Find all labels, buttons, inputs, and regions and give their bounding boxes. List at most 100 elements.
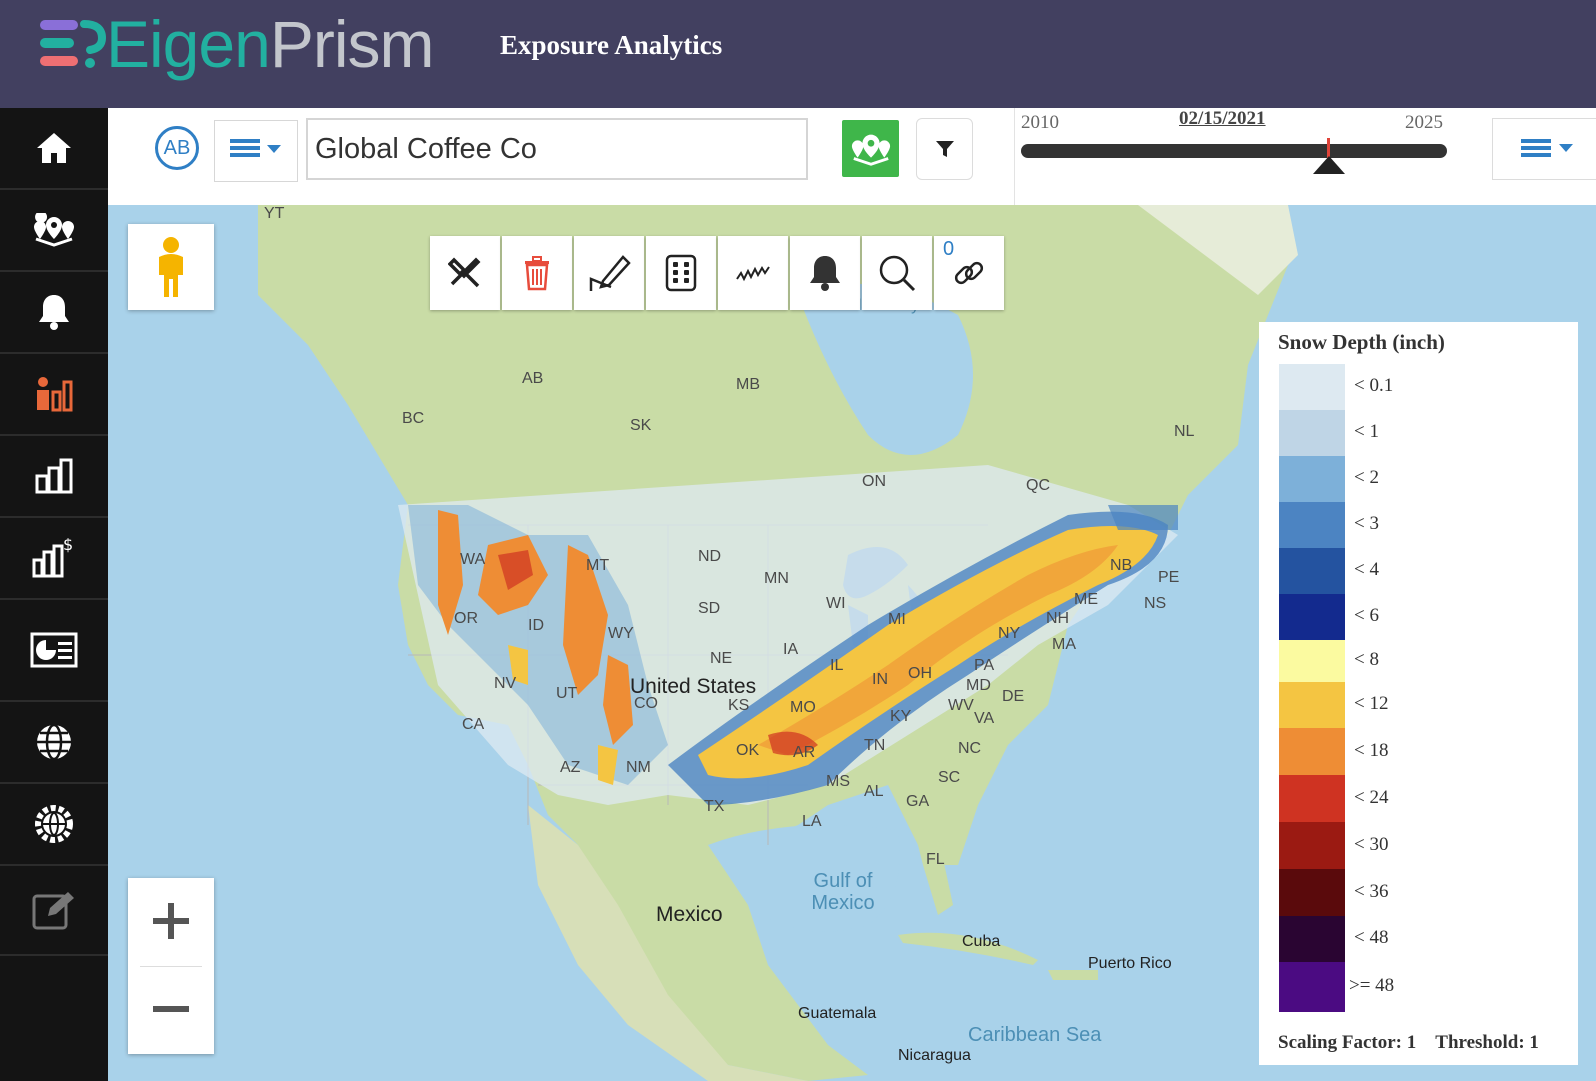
map-label-nd: ND	[698, 548, 722, 565]
map-label-yt: YT	[264, 205, 285, 222]
global-settings-icon	[35, 805, 73, 843]
sidebar-item-global[interactable]	[0, 702, 108, 784]
map-tools-bar	[430, 236, 1004, 310]
home-icon	[37, 133, 71, 163]
analytics-person-icon	[37, 377, 73, 412]
map-label-ga: GA	[906, 793, 930, 810]
legend-swatch	[1279, 822, 1345, 869]
legend-label: < 0.1	[1354, 375, 1394, 396]
legend-footer: Scaling Factor: 1 Threshold: 1	[1278, 1032, 1539, 1054]
map-label-tx: TX	[704, 798, 725, 815]
legend-label: < 24	[1354, 786, 1389, 808]
options-menu-button[interactable]	[1492, 118, 1596, 180]
filter-button[interactable]	[916, 118, 973, 180]
map-label-wy: WY	[608, 625, 634, 642]
sidebar-item-financials[interactable]: $	[0, 518, 108, 600]
map-label-pe: PE	[1158, 569, 1180, 586]
legend-swatch	[1279, 916, 1345, 962]
map-label-united-states: United States	[630, 675, 757, 698]
brand-logo[interactable]: EigenPrism	[106, 4, 434, 84]
trend-button[interactable]	[718, 236, 788, 310]
map-label-mb: MB	[736, 376, 760, 393]
legend-swatch	[1279, 594, 1345, 640]
delete-button[interactable]	[502, 236, 572, 310]
map-label-ma: MA	[1052, 636, 1076, 653]
sidebar-item-alerts[interactable]	[0, 272, 108, 354]
trend-icon	[736, 266, 770, 282]
bell-icon	[39, 295, 69, 330]
main-toolbar: AB 2010 02/15/2021 2025	[108, 108, 1596, 205]
legend-scaling-factor: Scaling Factor: 1	[1278, 1032, 1417, 1053]
map-label-ca: CA	[462, 716, 485, 733]
map-label-nh: NH	[1046, 610, 1070, 627]
map-label-sd: SD	[698, 600, 721, 617]
svg-text:$: $	[63, 536, 73, 554]
map-label-il: IL	[830, 657, 844, 674]
edit-icon	[32, 892, 74, 930]
map-view-button[interactable]	[842, 120, 899, 177]
sidebar-item-edit[interactable]	[0, 866, 108, 956]
sidebar-item-dashboard[interactable]	[0, 600, 108, 702]
zoom-out-button[interactable]	[128, 966, 214, 1052]
map-label-in: IN	[872, 671, 888, 688]
map-label-ks: KS	[728, 697, 750, 714]
legend-swatch	[1279, 410, 1345, 456]
map-tools-count: 0	[943, 238, 955, 260]
tools-button[interactable]	[430, 236, 500, 310]
alerts-button[interactable]	[790, 236, 860, 310]
list-menu-button[interactable]	[214, 120, 298, 182]
timeline-track[interactable]	[1021, 144, 1447, 158]
legend-swatch	[1279, 728, 1345, 775]
sidebar-item-global-settings[interactable]	[0, 784, 108, 866]
map-label-ky: KY	[890, 708, 912, 725]
map-label-fl: FL	[926, 851, 945, 868]
legend-label: < 48	[1354, 927, 1389, 948]
legend-title: Snow Depth (inch)	[1278, 330, 1445, 354]
sidebar-item-analytics[interactable]	[0, 354, 108, 436]
account-badge[interactable]: AB	[155, 126, 199, 170]
legend-swatch	[1279, 775, 1345, 822]
draw-button[interactable]	[574, 236, 644, 310]
map-label-sc: SC	[938, 769, 961, 786]
sidebar-item-map[interactable]	[0, 190, 108, 272]
brand-name-left: Eigen	[106, 7, 271, 81]
map-label-ok: OK	[736, 742, 760, 759]
search-button[interactable]	[862, 236, 932, 310]
company-search-input[interactable]	[306, 118, 808, 180]
sidebar-item-home[interactable]	[0, 108, 108, 190]
calculator-icon	[665, 254, 697, 292]
timeline-slider[interactable]: 2010 02/15/2021 2025	[1014, 108, 1575, 205]
legend-label: < 6	[1354, 605, 1379, 626]
timeline-end-year: 2025	[1405, 112, 1443, 133]
map-label-gulf-of-mexico: Gulf of Mexico	[811, 870, 875, 914]
legend-label: < 1	[1354, 421, 1379, 442]
plus-icon	[153, 903, 189, 939]
timeline-handle[interactable]	[1313, 156, 1345, 174]
legend-swatch	[1279, 548, 1345, 594]
legend-swatch	[1279, 682, 1345, 728]
map-label-cuba: Cuba	[962, 933, 1001, 950]
map-label-mt: MT	[586, 557, 610, 574]
map-label-de: DE	[1002, 688, 1025, 705]
legend-swatch	[1279, 962, 1345, 1012]
map-label-ns: NS	[1144, 595, 1167, 612]
legend-label: < 3	[1354, 513, 1379, 534]
link-icon	[954, 261, 984, 285]
sidebar-item-reports[interactable]	[0, 436, 108, 518]
street-view-pegman-button[interactable]	[128, 224, 214, 310]
map-label-id: ID	[528, 617, 544, 634]
top-header: EigenPrism Exposure Analytics	[0, 0, 1596, 108]
map-label-ut: UT	[556, 685, 578, 702]
zoom-in-button[interactable]	[128, 878, 214, 964]
draw-icon	[589, 255, 631, 291]
timeline-marker[interactable]	[1327, 138, 1330, 158]
legend-swatch	[1279, 502, 1345, 548]
alert-bell-icon	[810, 256, 840, 291]
legend-label: < 30	[1354, 833, 1389, 855]
search-icon	[879, 255, 916, 292]
map-label-puerto-rico: Puerto Rico	[1088, 955, 1172, 972]
calculator-button[interactable]	[646, 236, 716, 310]
legend-label: < 2	[1354, 467, 1379, 488]
globe-icon	[37, 723, 71, 761]
snow-depth-legend: Snow Depth (inch) < 0.1 < 1 < 2 < 3 < 4 < 6 < …	[1259, 322, 1578, 1065]
